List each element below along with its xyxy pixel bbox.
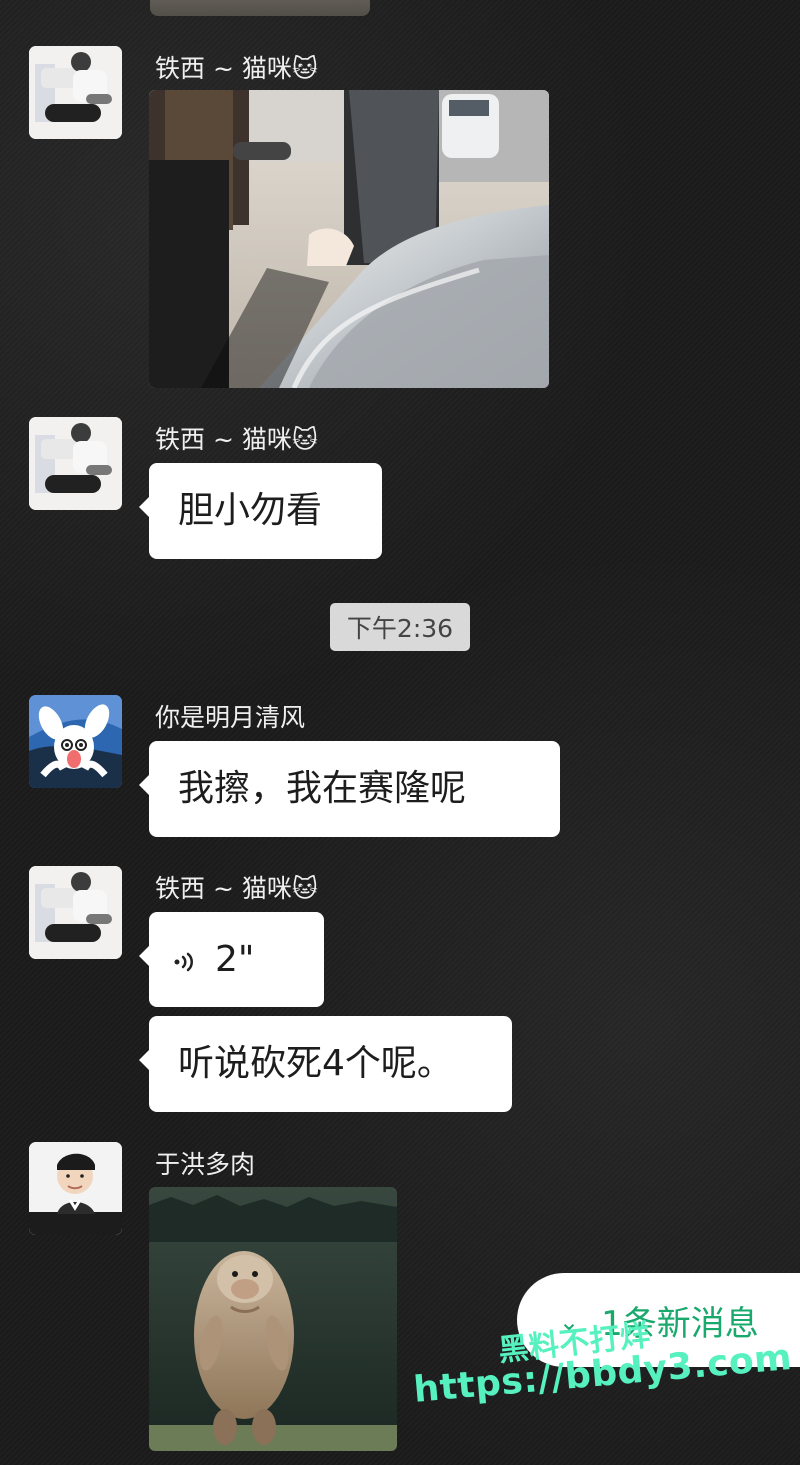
timestamp-text: 下午2:36 xyxy=(346,614,454,643)
avatar-image xyxy=(29,695,122,788)
sender-name: 于洪多肉 xyxy=(155,1150,256,1179)
marmot-image xyxy=(149,1187,397,1451)
sender-name: 你是明月清风 xyxy=(155,703,306,732)
sender-name: 铁西 ~ 猫咪🐱 xyxy=(155,54,318,83)
message-text: 我擦，我在赛隆呢 xyxy=(178,768,467,809)
sender-name: 铁西 ~ 猫咪🐱 xyxy=(155,425,318,454)
sender-name: 铁西 ~ 猫咪🐱 xyxy=(155,874,318,903)
shared-image-marmot[interactable] xyxy=(149,1187,397,1451)
shared-image-street-scene[interactable] xyxy=(149,90,549,388)
avatar-yuhong-duorou[interactable] xyxy=(29,1142,122,1235)
avatar-mingyue-qingfeng[interactable] xyxy=(29,695,122,788)
previous-message-image-edge xyxy=(150,0,370,16)
message-text: 胆小勿看 xyxy=(178,490,323,531)
voice-wave-icon xyxy=(174,952,193,972)
avatar-image xyxy=(29,866,122,959)
avatar-tiexi-cat[interactable] xyxy=(29,417,122,510)
message-bubble[interactable]: 胆小勿看 xyxy=(139,463,382,559)
avatar-tiexi-cat[interactable] xyxy=(29,866,122,959)
avatar-image xyxy=(29,1142,122,1235)
avatar-image xyxy=(29,46,122,139)
avatar-tiexi-cat[interactable] xyxy=(29,46,122,139)
street-scene-image xyxy=(149,90,549,388)
message-bubble[interactable]: 我擦，我在赛隆呢 xyxy=(139,741,560,837)
voice-duration: 2" xyxy=(215,939,255,980)
message-text: 听说砍死4个呢。 xyxy=(178,1043,453,1084)
timestamp-pill: 下午2:36 xyxy=(330,603,470,651)
message-bubble[interactable]: 听说砍死4个呢。 xyxy=(139,1016,512,1112)
avatar-image xyxy=(29,417,122,510)
